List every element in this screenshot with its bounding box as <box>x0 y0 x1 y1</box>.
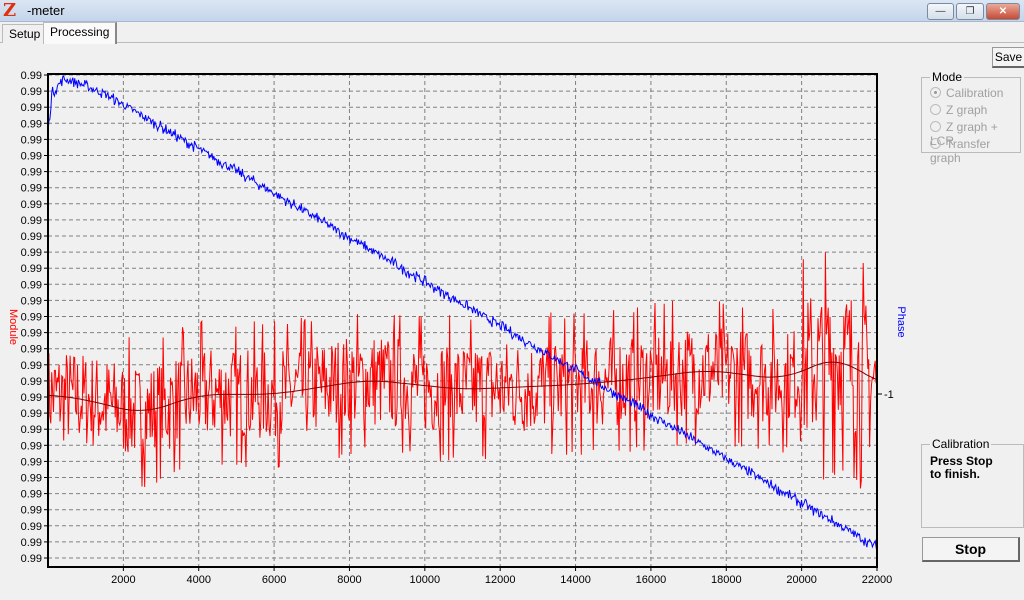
y-tick-label: 0.99 <box>21 295 42 307</box>
y-tick-label: 0.99 <box>21 376 42 388</box>
radio-dot-icon <box>930 121 941 132</box>
x-tick-label: 22000 <box>862 574 893 586</box>
maximize-button[interactable]: ❐ <box>956 3 984 20</box>
y-tick-label: 0.99 <box>21 134 42 146</box>
right-tick-label: -1 <box>884 389 894 401</box>
y-tick-label: 0.99 <box>21 424 42 436</box>
mode-group: Mode Calibration Z graph Z graph + LCR T… <box>921 70 1021 165</box>
y-tick-label: 0.99 <box>21 553 42 565</box>
x-tick-label: 10000 <box>410 574 441 586</box>
y-tick-label: 0.99 <box>21 215 42 227</box>
x-tick-label: 20000 <box>786 574 817 586</box>
y-tick-label: 0.99 <box>21 102 42 114</box>
plot-frame <box>47 73 878 568</box>
y-tick-label: 0.99 <box>21 279 42 291</box>
y-tick-label: 0.99 <box>21 151 42 163</box>
message-line: to finish. <box>930 467 980 481</box>
grid <box>44 74 878 571</box>
x-tick-label: 12000 <box>485 574 516 586</box>
y-tick-label: 0.99 <box>21 521 42 533</box>
tab-setup[interactable]: Setup <box>2 24 48 43</box>
x-tick-labels: 2000 4000 6000 8000 10000 12000 14000 16000 1800… <box>111 574 892 586</box>
x-tick-label: 4000 <box>186 574 210 586</box>
y-tick-labels: 0.99 0.99 0.99 0.99 0.99 0.99 0.99 0.99 0.99 0.99… <box>21 70 42 565</box>
radio-transfer-graph[interactable]: Transfer graph <box>930 137 1020 165</box>
minimize-button[interactable]: — <box>927 3 954 20</box>
phase-axis-label: Phase <box>895 306 907 337</box>
mode-group-title: Mode <box>930 70 965 84</box>
y-tick-label: 0.99 <box>21 456 42 468</box>
calibration-group-title: Calibration <box>930 437 992 451</box>
calibration-group: Calibration Press Stop to finish. <box>921 437 1024 528</box>
radio-calibration[interactable]: Calibration <box>930 86 1003 100</box>
window-title: -meter <box>27 3 65 18</box>
y-tick-label: 0.99 <box>21 167 42 179</box>
series-lines <box>47 75 878 553</box>
radio-z-graph[interactable]: Z graph <box>930 103 987 117</box>
save-button[interactable]: Save <box>992 47 1024 68</box>
title-bar: Z -meter — ❐ ✕ <box>0 0 1024 22</box>
y-tick-label: 0.99 <box>21 489 42 501</box>
y-tick-label: 0.99 <box>21 118 42 130</box>
series-module <box>47 252 878 489</box>
tab-bar: Setup Processing <box>0 22 1024 44</box>
radio-dot-icon <box>930 87 941 98</box>
app-logo-icon: Z <box>3 0 17 21</box>
x-tick-label: 6000 <box>262 574 286 586</box>
radio-dot-icon <box>930 104 941 115</box>
y-tick-label: 0.99 <box>21 231 42 243</box>
tab-processing[interactable]: Processing <box>43 22 118 44</box>
module-axis-label: Module <box>7 309 19 345</box>
y-tick-label: 0.99 <box>21 86 42 98</box>
y-tick-label: 0.99 <box>21 505 42 517</box>
y-tick-label: 0.99 <box>21 247 42 259</box>
y-tick-label: 0.99 <box>21 312 42 324</box>
x-tick-label: 18000 <box>711 574 742 586</box>
radio-label: Calibration <box>946 86 1004 100</box>
calibration-message: Press Stop to finish. <box>930 455 993 481</box>
x-tick-label: 8000 <box>337 574 361 586</box>
y-tick-label: 0.99 <box>21 183 42 195</box>
series-phase <box>47 75 878 553</box>
y-tick-label: 0.99 <box>21 473 42 485</box>
y-tick-label: 0.99 <box>21 70 42 82</box>
calibration-chart: 0.99 0.99 0.99 0.99 0.99 0.99 0.99 0.99 0.99 0.99… <box>7 70 907 586</box>
y-tick-label: 0.99 <box>21 408 42 420</box>
radio-label: Z graph <box>946 103 988 117</box>
x-tick-label: 2000 <box>111 574 135 586</box>
y-tick-label: 0.99 <box>21 344 42 356</box>
x-tick-label: 14000 <box>560 574 591 586</box>
y-tick-label: 0.99 <box>21 392 42 404</box>
x-tick-label: 16000 <box>636 574 667 586</box>
radio-dot-icon <box>930 138 941 149</box>
y-tick-label: 0.99 <box>21 199 42 211</box>
close-button[interactable]: ✕ <box>986 3 1020 20</box>
y-tick-label: 0.99 <box>21 328 42 340</box>
y-tick-label: 0.99 <box>21 440 42 452</box>
y-tick-label: 0.99 <box>21 263 42 275</box>
stop-button[interactable]: Stop <box>922 537 1020 562</box>
y-tick-label: 0.99 <box>21 360 42 372</box>
y-tick-label: 0.99 <box>21 537 42 549</box>
